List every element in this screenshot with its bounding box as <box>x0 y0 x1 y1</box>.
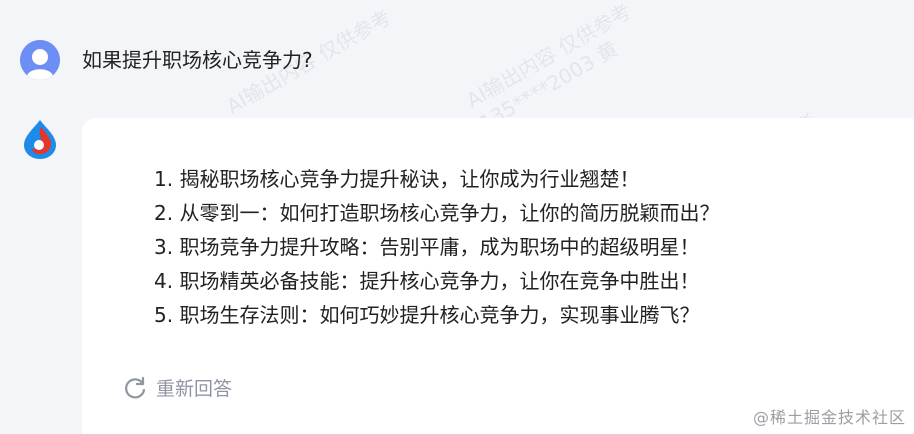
regenerate-label: 重新回答 <box>156 378 233 400</box>
answer-item: 4. 职场精英必备技能：提升核心竞争力，让你在竞争中胜出！ <box>154 269 700 293</box>
watermark: AI输出内容 仅供参考 <box>460 0 636 114</box>
answer-list: 1. 揭秘职场核心竞争力提升秘诀，让你成为行业翘楚！ 2. 从零到一：如何打造职… <box>154 162 719 332</box>
site-watermark: @稀土掘金技术社区 <box>752 408 906 427</box>
answer-card: 1. 揭秘职场核心竞争力提升秘诀，让你成为行业翘楚！ 2. 从零到一：如何打造职… <box>82 118 914 434</box>
answer-item: 2. 从零到一：如何打造职场核心竞争力，让你的简历脱颖而出？ <box>154 201 720 225</box>
regenerate-button[interactable]: 重新回答 <box>122 374 232 401</box>
user-question-text: 如果提升职场核心竞争力? <box>82 48 313 72</box>
answer-item: 1. 揭秘职场核心竞争力提升秘诀，让你成为行业翘楚！ <box>154 167 640 191</box>
user-avatar-icon <box>20 40 60 80</box>
answer-item: 3. 职场竞争力提升攻略：告别平庸，成为职场中的超级明星！ <box>154 235 700 259</box>
refresh-icon <box>125 376 146 398</box>
chat-page: AI输出内容 仅供参考 AI输出内容 仅供参考 135****2003 黄 AI… <box>0 0 914 434</box>
answer-item: 5. 职场生存法则：如何巧妙提升核心竞争力，实现事业腾飞？ <box>154 303 700 327</box>
user-message: 如果提升职场核心竞争力? <box>20 40 313 80</box>
watermark-line1: AI输出内容 仅供参考 <box>462 0 636 113</box>
bot-logo-icon <box>20 118 60 160</box>
bot-drop-logo-icon <box>24 120 56 159</box>
user-silhouette-icon <box>20 40 60 80</box>
